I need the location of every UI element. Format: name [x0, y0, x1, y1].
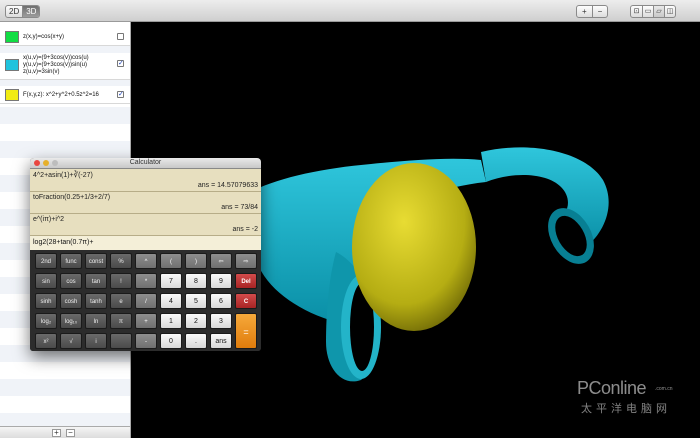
- expression-input[interactable]: log2(28+tan(0.7π)+: [30, 236, 261, 250]
- percent-key[interactable]: %: [110, 253, 132, 269]
- factorial-key[interactable]: !: [110, 273, 132, 289]
- plus-key[interactable]: +: [135, 313, 157, 329]
- view-split-icon[interactable]: ◫: [664, 6, 675, 17]
- tan-key[interactable]: tan: [85, 273, 107, 289]
- 7-key[interactable]: 7: [160, 273, 182, 289]
- view-front-icon[interactable]: ▭: [642, 6, 653, 17]
- zoom-control[interactable]: + −: [576, 5, 609, 18]
- 5-key[interactable]: 5: [185, 293, 207, 309]
- 2-key[interactable]: 2: [185, 313, 207, 329]
- power-key[interactable]: ^: [135, 253, 157, 269]
- add-equation-button[interactable]: +: [52, 429, 61, 437]
- calculator-title: Calculator: [129, 159, 162, 166]
- dimension-toggle[interactable]: 2D 3D: [5, 5, 41, 18]
- minus-key[interactable]: -: [135, 333, 157, 349]
- history-answer: ans = -2: [232, 226, 259, 233]
- sqrt-key[interactable]: √: [60, 333, 82, 349]
- ellipsoid-shape: [352, 163, 476, 331]
- equation-row[interactable]: F(x,y,z): x^2+y^2+0.5z^2=16 ✓: [0, 86, 130, 104]
- log2-key[interactable]: log₂: [35, 313, 57, 329]
- history-entry: 4^2+asin(1)+∛(-27) ans = 14.57079633: [30, 169, 261, 192]
- view-perspective-icon[interactable]: ▱: [653, 6, 664, 17]
- ln-key[interactable]: ln: [85, 313, 107, 329]
- zoom-out-button[interactable]: −: [591, 6, 608, 17]
- watermark: PConline .com.cn 太平洋电脑网: [577, 370, 697, 430]
- cos-key[interactable]: cos: [60, 273, 82, 289]
- ans-key[interactable]: ans: [210, 333, 232, 349]
- const-key[interactable]: const: [85, 253, 107, 269]
- 8-key[interactable]: 8: [185, 273, 207, 289]
- e-key[interactable]: e: [110, 293, 132, 309]
- 4-key[interactable]: 4: [160, 293, 182, 309]
- blank-key[interactable]: [110, 333, 132, 349]
- 2nd-key[interactable]: 2nd: [35, 253, 57, 269]
- cosh-key[interactable]: cosh: [60, 293, 82, 309]
- visibility-checkbox[interactable]: [117, 33, 124, 40]
- multiply-key[interactable]: *: [135, 273, 157, 289]
- close-paren-key[interactable]: ): [185, 253, 207, 269]
- watermark-logo: PConline: [577, 378, 647, 398]
- sin-key[interactable]: sin: [35, 273, 57, 289]
- cursor-right-key[interactable]: ⇨: [235, 253, 257, 269]
- equation-row[interactable]: z(x,y)=cos(x+y): [0, 28, 130, 46]
- sinh-key[interactable]: sinh: [35, 293, 57, 309]
- history-entry: toFraction(0.25+1/3+2/7) ans = 73/84: [30, 192, 261, 214]
- pi-key[interactable]: π: [110, 313, 132, 329]
- 1-key[interactable]: 1: [160, 313, 182, 329]
- equation-row[interactable]: x(u,v)=(9+3cos(v))cos(u) y(u,v)=(9+3cos(…: [0, 53, 130, 80]
- equation-text-z[interactable]: z(u,v)=3sin(v): [23, 69, 60, 76]
- history-expression: 4^2+asin(1)+∛(-27): [33, 172, 93, 179]
- divide-key[interactable]: /: [135, 293, 157, 309]
- tanh-key[interactable]: tanh: [85, 293, 107, 309]
- equation-text-x[interactable]: x(u,v)=(9+3cos(v))cos(u): [23, 55, 89, 62]
- calculator-window[interactable]: Calculator 4^2+asin(1)+∛(-27) ans = 14.5…: [30, 158, 261, 351]
- history-answer: ans = 14.57079633: [197, 182, 258, 189]
- 3-key[interactable]: 3: [210, 313, 232, 329]
- watermark-domain: .com.cn: [655, 386, 673, 392]
- decimal-key[interactable]: .: [185, 333, 207, 349]
- mode-2d-button[interactable]: 2D: [6, 6, 22, 17]
- equation-text[interactable]: F(x,y,z): x^2+y^2+0.5z^2=16: [23, 92, 99, 99]
- equals-key[interactable]: =: [235, 313, 257, 349]
- 9-key[interactable]: 9: [210, 273, 232, 289]
- color-swatch[interactable]: [5, 31, 19, 43]
- remove-equation-button[interactable]: −: [66, 429, 75, 437]
- history-expression: toFraction(0.25+1/3+2/7): [33, 194, 111, 201]
- history-answer: ans = 73/84: [221, 204, 258, 211]
- view-mode-control[interactable]: ⊡ ▭ ▱ ◫: [630, 5, 676, 18]
- log10-key[interactable]: log₁₀: [60, 313, 82, 329]
- equation-text-y[interactable]: y(u,v)=(9+3cos(v))sin(u): [23, 62, 87, 69]
- equation-text[interactable]: z(x,y)=cos(x+y): [23, 34, 64, 41]
- zoom-in-button[interactable]: +: [577, 6, 592, 17]
- window-titlebar: 2D 3D + − ⊡ ▭ ▱ ◫: [0, 0, 700, 22]
- expression-input-text[interactable]: log2(28+tan(0.7π)+: [33, 239, 93, 246]
- c-key[interactable]: C: [235, 293, 257, 309]
- calculator-display: 4^2+asin(1)+∛(-27) ans = 14.57079633 toF…: [30, 169, 261, 250]
- del-key[interactable]: Del: [235, 273, 257, 289]
- 0-key[interactable]: 0: [160, 333, 182, 349]
- mode-3d-button[interactable]: 3D: [22, 6, 40, 17]
- visibility-checkbox[interactable]: ✓: [117, 60, 124, 67]
- history-expression: e^(iπ)+i^2: [33, 216, 65, 223]
- sidebar-footer: + −: [0, 426, 130, 438]
- calculator-keypad: 2nd func const% ^() ⇦ ⇨ sin cos tan! * 7 8 9 Del sinh c…: [30, 250, 261, 351]
- history-entry: e^(iπ)+i^2 ans = -2: [30, 214, 261, 236]
- view-fit-icon[interactable]: ⊡: [631, 6, 642, 17]
- cursor-left-key[interactable]: ⇦: [210, 253, 232, 269]
- visibility-checkbox[interactable]: ✓: [117, 91, 124, 98]
- color-swatch[interactable]: [5, 59, 19, 71]
- i-key[interactable]: i: [85, 333, 107, 349]
- open-paren-key[interactable]: (: [160, 253, 182, 269]
- 6-key[interactable]: 6: [210, 293, 232, 309]
- func-key[interactable]: func: [60, 253, 82, 269]
- watermark-chinese: 太平洋电脑网: [581, 403, 671, 415]
- calculator-titlebar[interactable]: Calculator: [30, 158, 261, 169]
- color-swatch[interactable]: [5, 89, 19, 101]
- square-key[interactable]: x²: [35, 333, 57, 349]
